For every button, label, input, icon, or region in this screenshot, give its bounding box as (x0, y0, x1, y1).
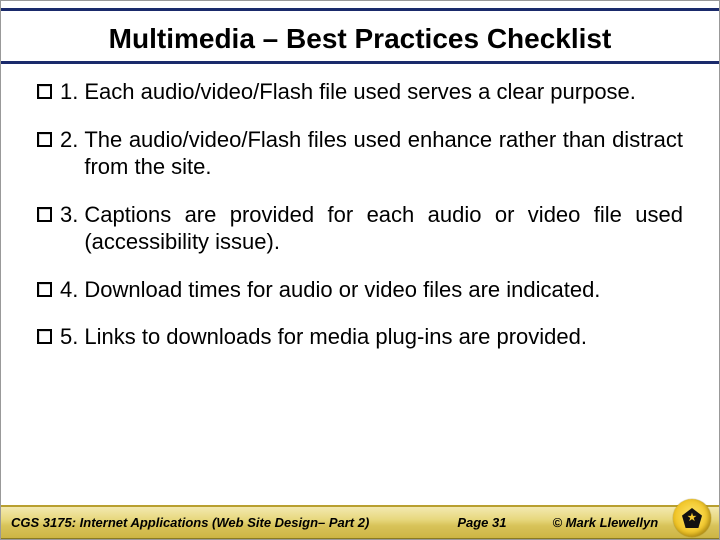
item-number: 5. (60, 323, 78, 351)
footer-page: Page 31 (457, 515, 506, 530)
item-text: Captions are provided for each audio or … (84, 201, 683, 256)
checkbox-icon (37, 84, 52, 99)
slide: Multimedia – Best Practices Checklist 1.… (0, 0, 720, 540)
footer-bar: CGS 3175: Internet Applications (Web Sit… (1, 505, 719, 539)
checklist-item: 1. Each audio/video/Flash file used serv… (37, 78, 683, 106)
item-number: 1. (60, 78, 78, 106)
checkbox-icon (37, 329, 52, 344)
checkbox-icon (37, 132, 52, 147)
slide-title: Multimedia – Best Practices Checklist (1, 11, 719, 61)
ucf-logo-icon: ★ (673, 499, 711, 537)
item-text: Each audio/video/Flash file used serves … (84, 78, 683, 106)
checklist-item: 3. Captions are provided for each audio … (37, 201, 683, 256)
footer-course: CGS 3175: Internet Applications (Web Sit… (11, 515, 369, 530)
item-number: 2. (60, 126, 78, 154)
checkbox-icon (37, 207, 52, 222)
checklist-item: 5. Links to downloads for media plug-ins… (37, 323, 683, 351)
item-number: 3. (60, 201, 78, 229)
footer: CGS 3175: Internet Applications (Web Sit… (1, 501, 719, 539)
item-number: 4. (60, 276, 78, 304)
checklist-item: 4. Download times for audio or video fil… (37, 276, 683, 304)
footer-copyright: © Mark Llewellyn (552, 515, 658, 530)
checklist: 1. Each audio/video/Flash file used serv… (1, 64, 719, 539)
item-text: The audio/video/Flash files used enhance… (84, 126, 683, 181)
checkbox-icon (37, 282, 52, 297)
checklist-item: 2. The audio/video/Flash files used enha… (37, 126, 683, 181)
item-text: Download times for audio or video files … (84, 276, 683, 304)
item-text: Links to downloads for media plug-ins ar… (84, 323, 683, 351)
